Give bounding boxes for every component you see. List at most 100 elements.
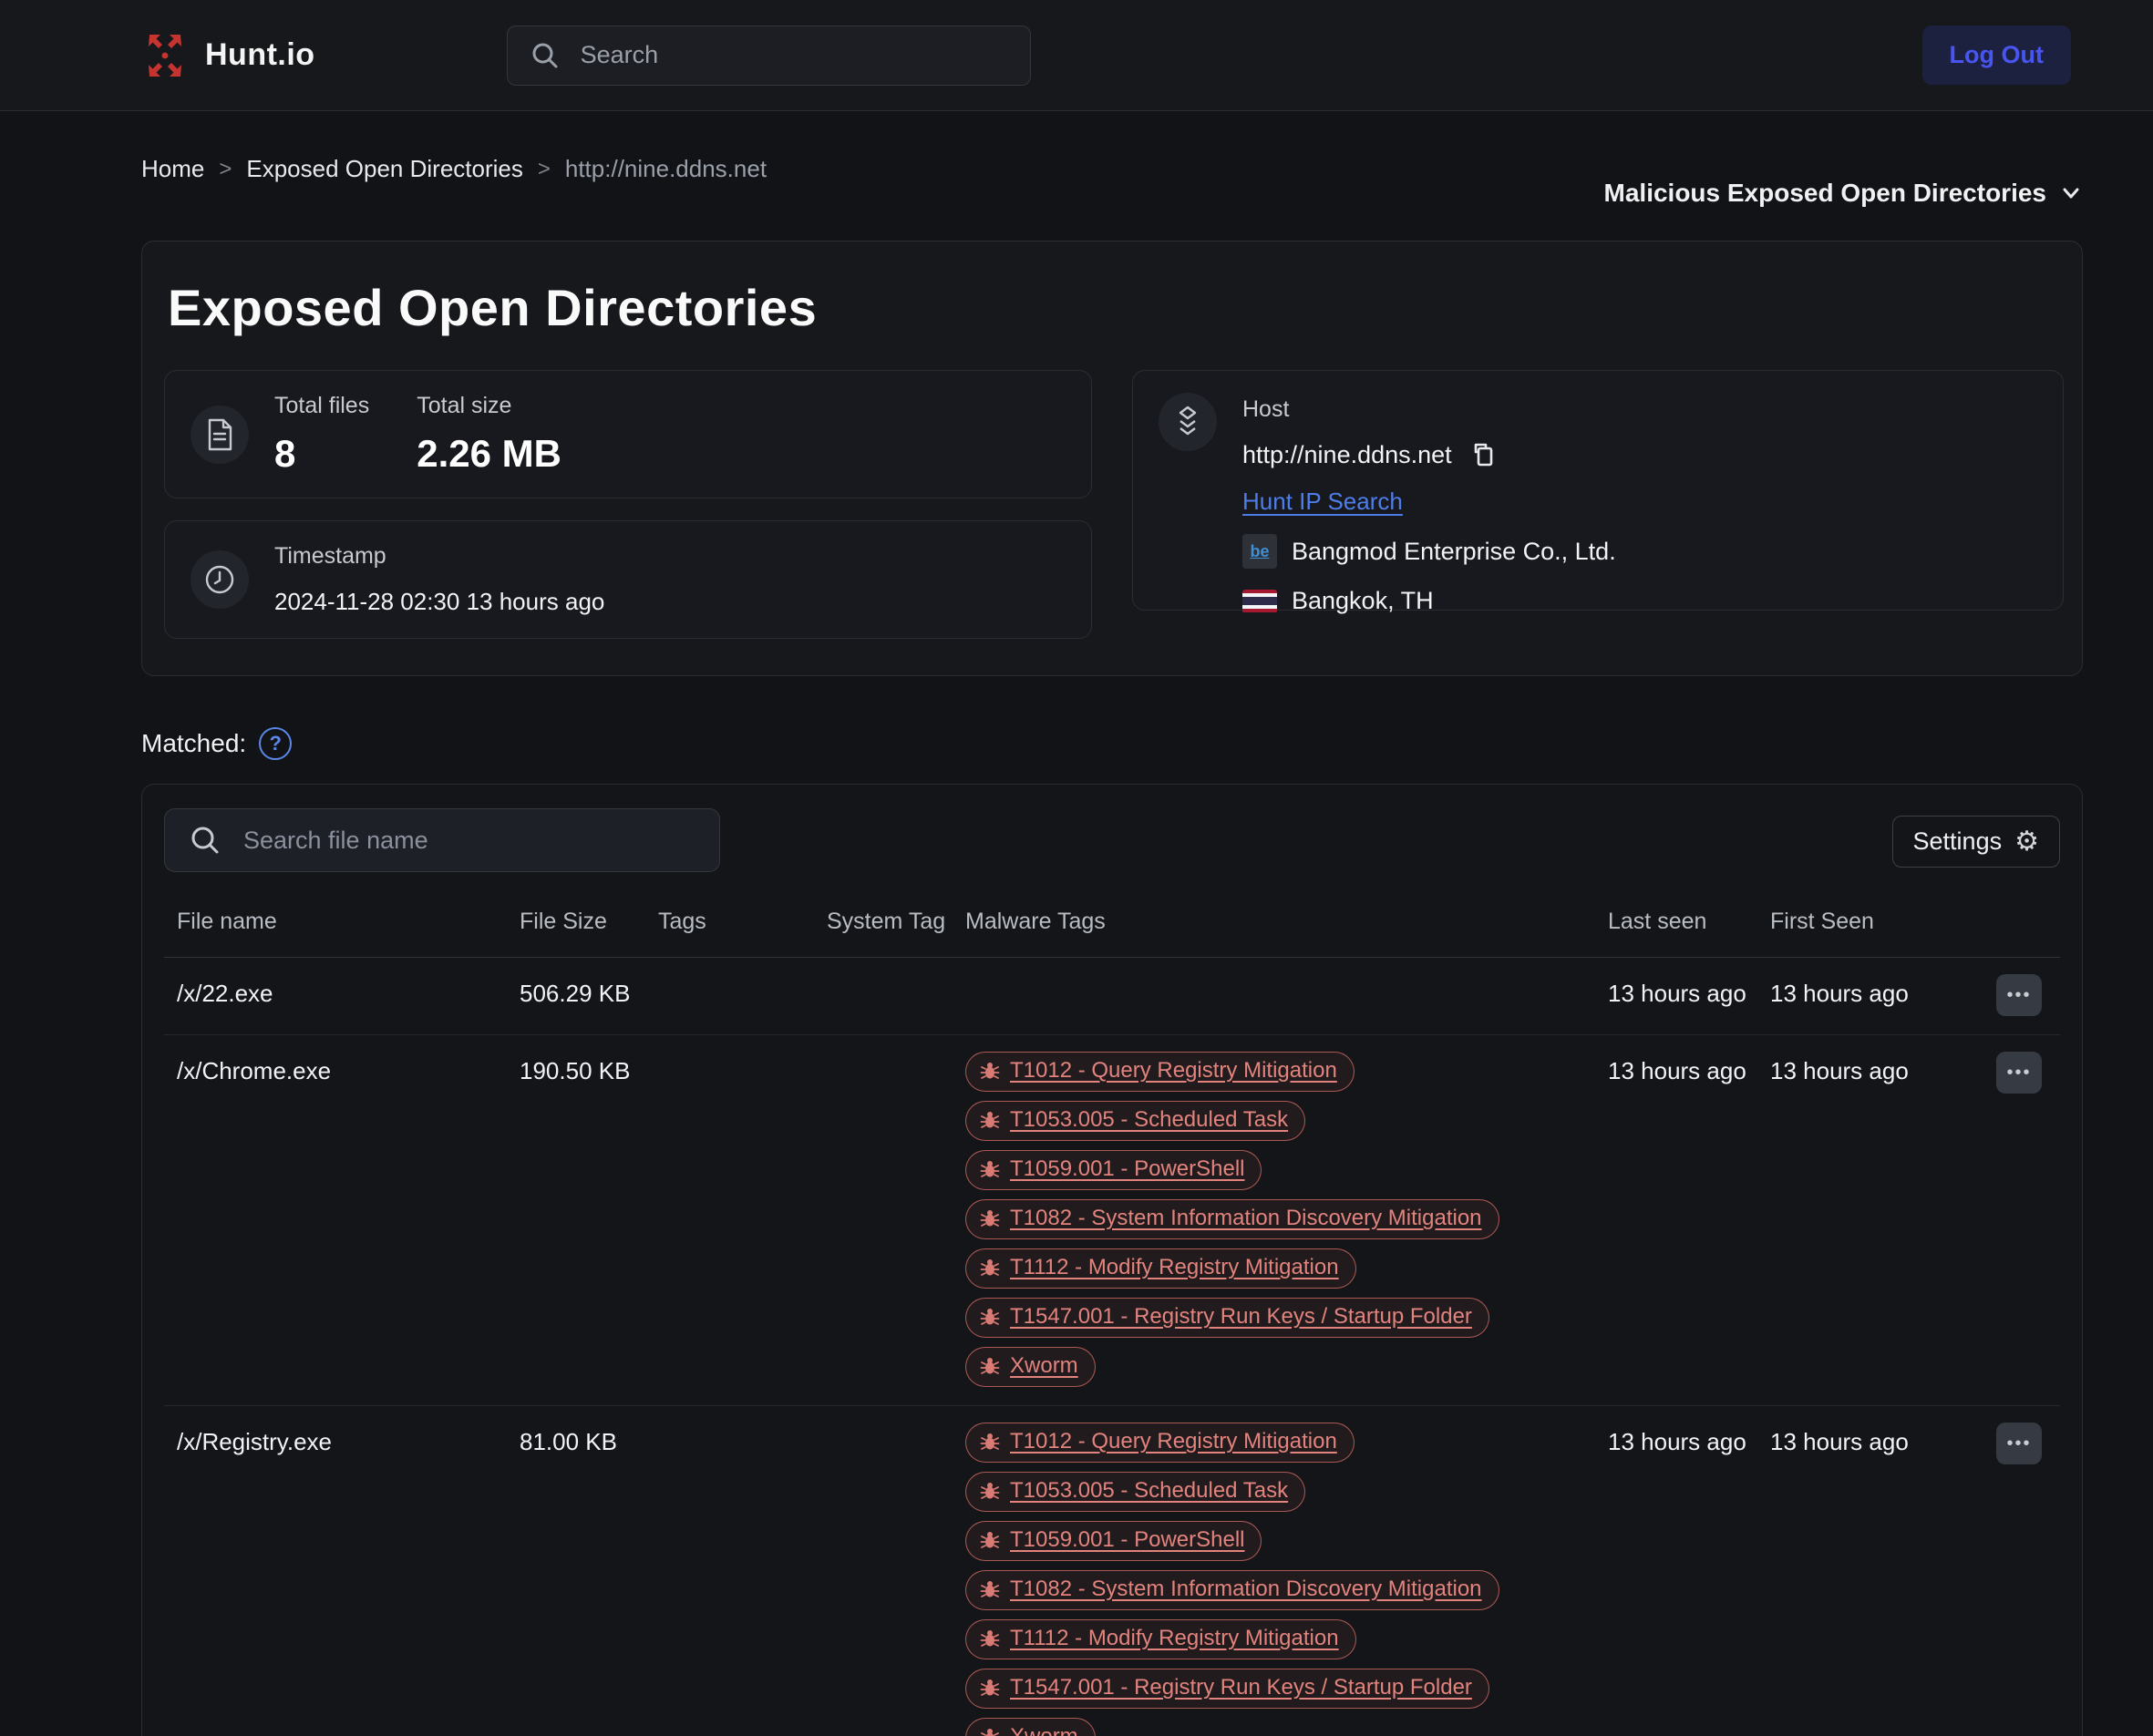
breadcrumb: Home > Exposed Open Directories > http:/… (141, 155, 767, 183)
help-icon[interactable]: ? (259, 727, 292, 760)
malware-tag-label: T1082 - System Information Discovery Mit… (1010, 1577, 1482, 1602)
td-malware-tags: T1012 - Query Registry Mitigation T1053.0… (965, 1423, 1603, 1736)
malware-tag-pill[interactable]: T1053.005 - Scheduled Task (965, 1101, 1305, 1141)
malware-tag-pill[interactable]: T1547.001 - Registry Run Keys / Startup … (965, 1298, 1489, 1338)
totals-card: Total files 8 Total size 2.26 MB (164, 370, 1092, 498)
malware-tag-pill[interactable]: T1012 - Query Registry Mitigation (965, 1423, 1355, 1463)
brand-name: Hunt.io (205, 37, 315, 73)
column-header-file-size: File Size (520, 909, 658, 935)
row-actions-button[interactable]: ••• (1996, 1052, 2042, 1094)
host-label: Host (1242, 396, 1616, 423)
table-header-row: File name File Size Tags System Tag Malw… (164, 909, 2060, 958)
malware-tag-pill[interactable]: T1082 - System Information Discovery Mit… (965, 1199, 1499, 1239)
bug-icon (979, 1726, 1001, 1736)
malware-tag-label: T1112 - Modify Registry Mitigation (1010, 1255, 1339, 1280)
total-files-label: Total files (274, 393, 369, 419)
bug-icon (979, 1431, 1001, 1453)
timestamp-card: Timestamp 2024-11-28 02:30 13 hours ago (164, 520, 1092, 639)
global-search-input[interactable] (581, 41, 1008, 69)
file-icon (191, 406, 249, 464)
hunt-logo-icon (141, 32, 189, 79)
copy-icon[interactable] (1470, 442, 1498, 469)
td-system-tag (827, 1423, 965, 1428)
row-actions-button[interactable]: ••• (1996, 1423, 2042, 1464)
view-selector-dropdown[interactable]: Malicious Exposed Open Directories (1604, 179, 2083, 208)
td-file-name: /x/Chrome.exe (177, 1052, 520, 1085)
total-size-value: 2.26 MB (417, 432, 561, 476)
breadcrumb-home[interactable]: Home (141, 155, 204, 183)
bug-icon (979, 1257, 1001, 1279)
td-last-seen: 13 hours ago (1608, 1052, 1770, 1085)
td-malware-tags: T1012 - Query Registry Mitigation T1053.0… (965, 1052, 1603, 1387)
org-name: Bangmod Enterprise Co., Ltd. (1292, 538, 1616, 566)
malware-tag-label: Xworm (1010, 1353, 1078, 1379)
breadcrumb-current-host: http://nine.ddns.net (565, 155, 767, 183)
td-system-tag (827, 1052, 965, 1057)
page-title: Exposed Open Directories (164, 265, 2060, 370)
breadcrumb-exposed-open-directories[interactable]: Exposed Open Directories (246, 155, 522, 183)
org-badge: be (1242, 534, 1277, 569)
td-last-seen: 13 hours ago (1608, 974, 1770, 1008)
bug-icon (979, 1529, 1001, 1551)
table-row: /x/22.exe506.29 KB13 hours ago13 hours a… (164, 958, 2060, 1035)
chevron-down-icon (2059, 181, 2083, 205)
table-row: /x/Registry.exe81.00 KB T1012 - Query Reg… (164, 1406, 2060, 1736)
malware-tag-pill[interactable]: T1059.001 - PowerShell (965, 1521, 1262, 1561)
bug-icon (979, 1158, 1001, 1180)
column-header-malware-tags: Malware Tags (965, 909, 1608, 935)
malware-tag-pill[interactable]: T1112 - Modify Registry Mitigation (965, 1248, 1356, 1289)
td-system-tag (827, 974, 965, 980)
global-search[interactable] (507, 26, 1031, 86)
timestamp-label: Timestamp (274, 543, 604, 570)
bug-icon (979, 1677, 1001, 1699)
malware-tag-label: T1547.001 - Registry Run Keys / Startup … (1010, 1304, 1472, 1330)
bug-icon (979, 1207, 1001, 1229)
malware-tag-label: T1059.001 - PowerShell (1010, 1527, 1244, 1553)
malware-tag-pill[interactable]: T1082 - System Information Discovery Mit… (965, 1570, 1499, 1610)
bug-icon (979, 1060, 1001, 1082)
files-table-panel: Settings ⚙ File name File Size Tags Syst… (141, 784, 2083, 1736)
matched-label: Matched: (141, 729, 246, 758)
malware-tag-pill[interactable]: T1053.005 - Scheduled Task (965, 1472, 1305, 1512)
td-first-seen: 13 hours ago (1770, 1052, 1952, 1085)
host-url: http://nine.ddns.net (1242, 441, 1452, 469)
malware-tag-pill[interactable]: Xworm (965, 1347, 1096, 1387)
td-last-seen: 13 hours ago (1608, 1423, 1770, 1456)
settings-button[interactable]: Settings ⚙ (1892, 816, 2060, 868)
top-navigation-bar: Hunt.io Log Out (0, 0, 2153, 111)
brand-logo[interactable]: Hunt.io (141, 32, 315, 79)
host-card: Host http://nine.ddns.net Hunt IP Search… (1132, 370, 2064, 611)
td-file-size: 81.00 KB (520, 1423, 658, 1456)
hunt-ip-search-link[interactable]: Hunt IP Search (1242, 488, 1403, 516)
view-selector-label: Malicious Exposed Open Directories (1604, 179, 2046, 208)
bug-icon (979, 1628, 1001, 1649)
row-actions-button[interactable]: ••• (1996, 974, 2042, 1016)
search-icon (530, 40, 561, 71)
breadcrumb-row: Home > Exposed Open Directories > http:/… (0, 111, 2153, 208)
malware-tag-pill[interactable]: T1059.001 - PowerShell (965, 1150, 1262, 1190)
td-file-name: /x/Registry.exe (177, 1423, 520, 1456)
malware-tag-label: T1053.005 - Scheduled Task (1010, 1478, 1288, 1504)
logout-button[interactable]: Log Out (1922, 26, 2071, 85)
clock-icon (191, 550, 249, 609)
malware-tag-label: T1547.001 - Registry Run Keys / Startup … (1010, 1675, 1472, 1700)
td-tags (658, 1423, 827, 1428)
file-search-input[interactable] (243, 827, 695, 855)
malware-tag-pill[interactable]: T1112 - Modify Registry Mitigation (965, 1619, 1356, 1659)
matched-row: Matched: ? (0, 676, 2153, 760)
malware-tag-pill[interactable]: Xworm (965, 1718, 1096, 1736)
table-body: /x/22.exe506.29 KB13 hours ago13 hours a… (164, 958, 2060, 1736)
files-table: File name File Size Tags System Tag Malw… (164, 909, 2060, 1736)
malware-tag-label: T1059.001 - PowerShell (1010, 1156, 1244, 1182)
column-header-first-seen: First Seen (1770, 909, 1952, 935)
malware-tag-label: T1012 - Query Registry Mitigation (1010, 1429, 1337, 1454)
file-search[interactable] (164, 808, 720, 872)
overview-panel: Exposed Open Directories Total files 8 (141, 241, 2083, 676)
timestamp-value: 2024-11-28 02:30 13 hours ago (274, 588, 604, 616)
td-file-name: /x/22.exe (177, 974, 520, 1008)
column-header-tags: Tags (658, 909, 827, 935)
malware-tag-pill[interactable]: T1012 - Query Registry Mitigation (965, 1052, 1355, 1092)
table-row: /x/Chrome.exe190.50 KBT1012 - Query Regi… (164, 1035, 2060, 1406)
malware-tag-pill[interactable]: T1547.001 - Registry Run Keys / Startup … (965, 1669, 1489, 1709)
thailand-flag-icon (1242, 590, 1277, 613)
